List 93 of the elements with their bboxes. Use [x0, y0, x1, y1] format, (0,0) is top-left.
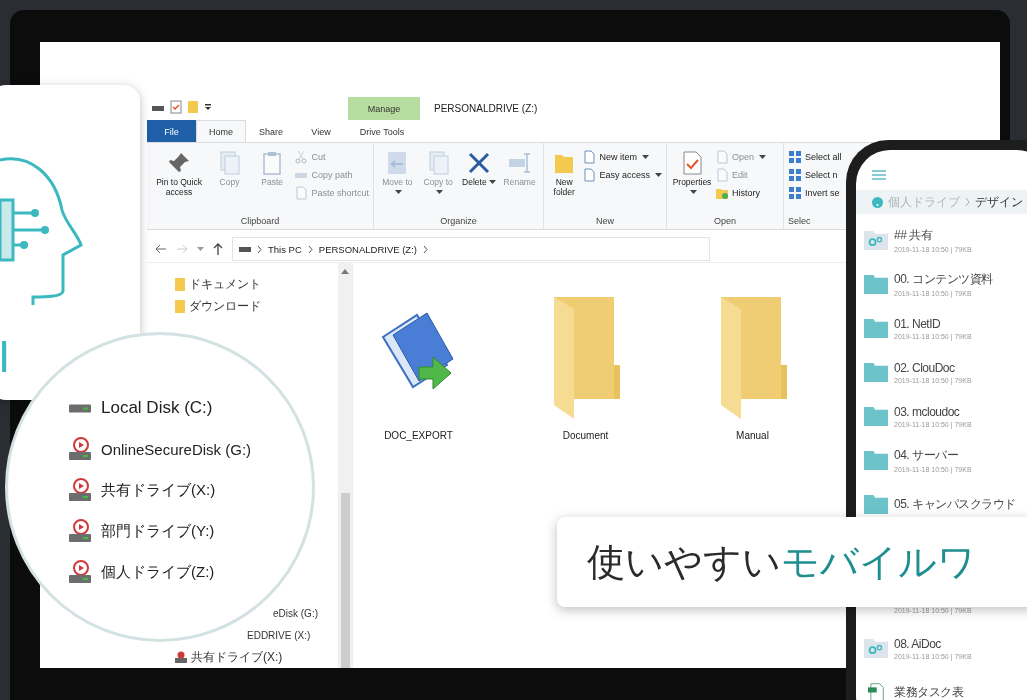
forward-arrow-icon[interactable] — [176, 244, 188, 254]
chevron-icon — [257, 245, 262, 253]
dropdown-icon[interactable] — [204, 103, 212, 111]
document-icon — [582, 168, 597, 182]
nav-item[interactable]: 共有ドライブ(X:) — [175, 650, 283, 664]
file-name: 02. ClouDoc — [894, 360, 956, 375]
file-name: ## 共有 — [894, 227, 934, 244]
ribbon-button[interactable]: Select all — [788, 150, 842, 164]
folder-icon — [175, 299, 185, 313]
network-drive-icon — [68, 478, 92, 502]
grid-icon — [788, 186, 802, 200]
ribbon-button[interactable]: New item — [582, 150, 662, 164]
file-name: 08. AiDoc — [894, 636, 942, 651]
menu-icon[interactable] — [872, 170, 886, 180]
network-drive-icon — [68, 437, 92, 461]
network-drive-icon — [68, 560, 92, 584]
ai-label: I — [0, 335, 12, 379]
caret-icon[interactable] — [197, 246, 204, 252]
drive-item[interactable]: 共有ドライブ(X:) — [68, 477, 312, 503]
breadcrumb-item[interactable]: デザイン — [975, 193, 1023, 211]
drive-icon — [68, 403, 92, 413]
shared-folder-icon — [864, 638, 888, 658]
ribbon-button[interactable]: Delete — [459, 147, 499, 216]
nav-item[interactable]: ドキュメント — [175, 273, 261, 295]
scissors-icon — [294, 150, 309, 164]
drive-item[interactable]: 部門ドライブ(Y:) — [68, 518, 312, 544]
file-item[interactable]: Manual — [705, 295, 800, 441]
window-title: PERSONALDRIVE (Z:) — [434, 103, 538, 114]
document-icon — [715, 168, 729, 182]
help-icon[interactable] — [872, 196, 883, 208]
folder-icon — [864, 274, 888, 294]
drive-item[interactable]: 個人ドライブ(Z:) — [68, 559, 312, 585]
drive-item[interactable]: Local Disk (C:) — [68, 395, 312, 421]
ribbon-tab[interactable]: Share — [246, 120, 296, 142]
document-icon — [715, 150, 729, 164]
drive-icon — [239, 246, 251, 252]
ribbon-tab[interactable]: Drive Tools — [346, 120, 418, 142]
ribbon-tab[interactable]: View — [296, 120, 346, 142]
chevron-icon — [423, 245, 428, 253]
file-name: 業務タスク表 — [894, 683, 963, 700]
drive-icon — [175, 651, 187, 663]
ribbon-button[interactable]: Properties — [671, 147, 713, 216]
path-segment[interactable]: PERSONALDRIVE (Z:) — [318, 243, 417, 255]
up-arrow-icon[interactable] — [213, 243, 223, 255]
file-name: 00. コンテンツ資料 — [894, 271, 993, 288]
ribbon-group-label: Selec — [788, 216, 812, 226]
file-name: 04. サーバー — [894, 447, 959, 464]
chevron-icon — [965, 198, 970, 206]
ribbon-button[interactable]: Select n — [788, 168, 842, 182]
grid-icon — [788, 150, 802, 164]
chevron-icon — [307, 245, 313, 253]
file-name: 01. NetID — [894, 316, 942, 331]
folder-icon[interactable] — [187, 100, 199, 114]
folder-icon — [864, 406, 888, 426]
scroll-up-icon[interactable] — [341, 269, 349, 274]
document-icon — [582, 150, 597, 164]
address-bar[interactable]: This PC PERSONALDRIVE (Z:) — [232, 237, 710, 261]
shared-folder-icon — [864, 230, 888, 250]
ribbon-button[interactable]: Easy access — [582, 168, 662, 182]
scrollbar[interactable] — [338, 263, 352, 668]
ribbon-group-label: Organize — [439, 216, 478, 226]
ribbon-group-label: Clipboard — [239, 216, 281, 226]
ribbon-group-label: New — [595, 216, 615, 226]
nav-item[interactable]: eDisk (G:) — [273, 606, 318, 620]
folder-icon — [864, 494, 888, 514]
banner-text: 使いやすいモバイルワ — [587, 539, 976, 585]
folder-icon — [715, 186, 729, 200]
file-item[interactable]: DOC_EXPORT — [371, 295, 466, 441]
nav-item[interactable]: EDDRIVE (X:) — [247, 628, 311, 642]
ribbon-group-label: Open — [713, 216, 737, 226]
ribbon-button[interactable]: New folder — [548, 147, 581, 216]
folder-icon — [864, 318, 888, 338]
document-icon — [294, 186, 309, 200]
drive-item[interactable]: OnlineSecureDisk (G:) — [68, 436, 312, 462]
properties-icon[interactable] — [170, 100, 182, 114]
path-segment[interactable]: This PC — [268, 243, 302, 255]
file-item[interactable]: Document — [538, 295, 633, 441]
file-name: 03. mcloudoc — [894, 404, 961, 419]
ribbon-tab[interactable]: Home — [196, 120, 246, 142]
ribbon-button[interactable]: History — [715, 186, 767, 200]
folder-icon — [864, 362, 888, 382]
back-arrow-icon[interactable] — [155, 244, 167, 254]
folder-icon — [175, 277, 185, 291]
file-name: 05. キャンパスクラウド — [894, 495, 1016, 513]
ribbon-button[interactable]: Pin to Quick access — [151, 147, 208, 216]
nav-item[interactable]: ダウンロード — [175, 295, 261, 317]
scrollbar-thumb[interactable] — [340, 493, 350, 668]
context-tab-header: Manage — [348, 97, 420, 120]
ribbon-tab[interactable]: File — [147, 120, 196, 142]
network-drive-icon — [68, 519, 92, 543]
folder-icon — [864, 450, 888, 470]
ribbon-button[interactable]: Invert se — [788, 186, 842, 200]
grid-icon — [788, 168, 802, 182]
